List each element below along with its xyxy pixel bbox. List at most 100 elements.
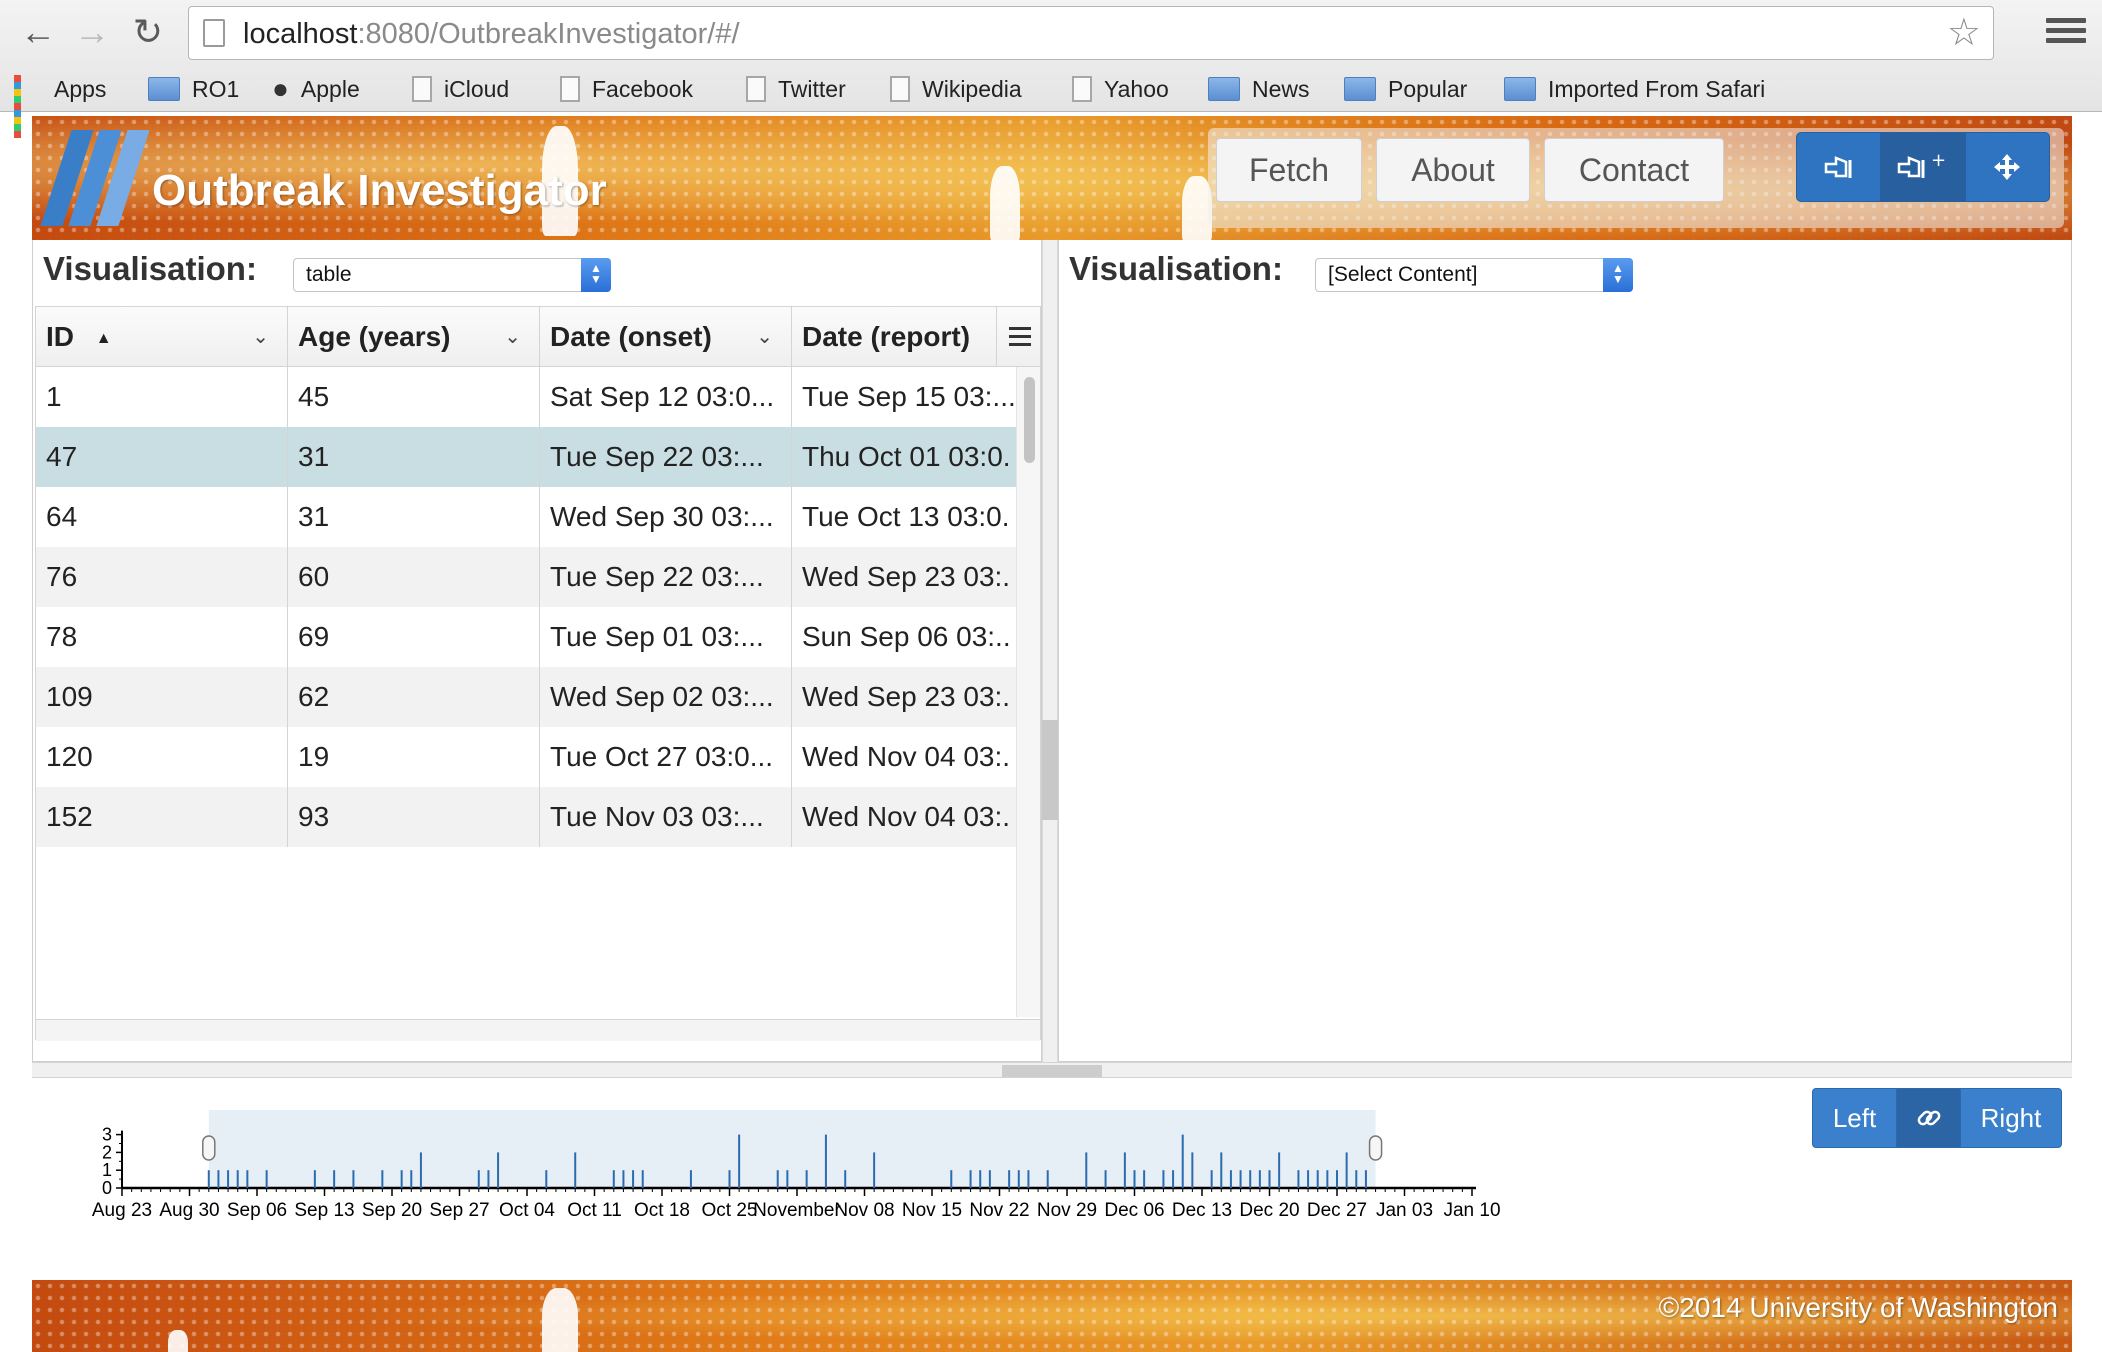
timeline-chart[interactable]: 0123 Aug 23 Aug 30 Sep 06 Sep 13 Sep 20 Sep 27…	[32, 1078, 2072, 1278]
column-header-label: ID	[46, 321, 74, 352]
column-header-label: Age (years)	[298, 321, 451, 352]
select-tool-button[interactable]	[1797, 133, 1882, 201]
back-arrow-icon[interactable]: ←	[16, 10, 60, 54]
browser-menu-icon[interactable]	[2046, 14, 2086, 50]
column-header-id[interactable]: ID ▲ ⌄	[36, 307, 288, 367]
x-tick-label: Nov 08	[834, 1200, 894, 1221]
timeline-brush[interactable]	[208, 1110, 1376, 1188]
select-add-tool-button[interactable]: +	[1881, 133, 1966, 201]
timeline-left-button[interactable]: Left	[1813, 1089, 1897, 1147]
table-row[interactable]: 152 93 Tue Nov 03 03:... Wed Nov 04 03:.	[36, 787, 1016, 847]
bookmark-apple[interactable]: ● Apple	[272, 72, 360, 106]
bookmark-facebook[interactable]: Facebook	[560, 72, 693, 106]
bookmark-apps[interactable]: Apps	[14, 72, 106, 138]
x-tick-label: Dec 20	[1239, 1200, 1299, 1221]
cell-date-onset: Tue Sep 22 03:...	[540, 427, 792, 487]
y-tick-label: 1	[102, 1160, 112, 1180]
table-row[interactable]: 1 45 Sat Sep 12 03:0... Tue Sep 15 03:...	[36, 367, 1016, 427]
folder-icon	[1504, 77, 1536, 101]
link-icon	[1917, 1110, 1940, 1126]
y-tick-label: 0	[102, 1178, 112, 1198]
panel-scrollbar-thumb[interactable]	[1042, 720, 1058, 820]
brush-handle-left[interactable]	[202, 1135, 216, 1161]
page-icon	[412, 76, 432, 102]
left-visualisation-label: Visualisation:	[43, 250, 257, 287]
timeline-right-button[interactable]: Right	[1961, 1089, 2061, 1147]
left-visualisation-value: table	[306, 263, 352, 286]
logo-icon	[40, 130, 150, 226]
bookmark-ro1[interactable]: RO1	[148, 72, 239, 106]
table-row[interactable]: 120 19 Tue Oct 27 03:0... Wed Nov 04 03:.	[36, 727, 1016, 787]
cell-date-report: Wed Nov 04 03:.	[802, 801, 1011, 832]
bookmarks-bar: Apps RO1 ● Apple iCloud Facebook Twitter…	[0, 68, 2102, 138]
bookmark-imported-from-safari[interactable]: Imported From Safari	[1504, 72, 1765, 106]
left-visualisation-select[interactable]: table ▲ ▼	[293, 258, 611, 292]
column-header-date-report[interactable]: Date (report)	[792, 307, 996, 367]
x-tick-label: Oct 25	[702, 1200, 758, 1221]
right-visualisation-select[interactable]: [Select Content] ▲ ▼	[1315, 258, 1633, 292]
nav-fetch[interactable]: Fetch	[1216, 138, 1362, 202]
cell-id: 64	[36, 487, 288, 547]
data-table: ID ▲ ⌄ Age (years) ⌄ Date (onset) ⌄ Date…	[35, 306, 1041, 1041]
column-menu-icon[interactable]	[996, 307, 1040, 367]
table-row[interactable]: 78 69 Tue Sep 01 03:... Sun Sep 06 03:..	[36, 607, 1016, 667]
timeline-panel: 0 1 2 3 Aug 23 Aug 30 Sep 06 Sep 13 Sep 20 Sep 27…	[32, 1078, 2072, 1278]
chevron-down-icon[interactable]: ⌄	[252, 307, 269, 367]
bookmark-label: Imported From Safari	[1548, 75, 1766, 102]
table-row[interactable]: 64 31 Wed Sep 30 03:... Tue Oct 13 03:0.	[36, 487, 1016, 547]
column-header-date-onset[interactable]: Date (onset) ⌄	[540, 307, 792, 367]
chevron-down-icon[interactable]: ⌄	[756, 307, 773, 367]
folder-icon	[1344, 77, 1376, 101]
column-header-age[interactable]: Age (years) ⌄	[288, 307, 540, 367]
y-tick-label: 3	[102, 1125, 112, 1145]
scrollbar-thumb[interactable]	[1024, 377, 1035, 463]
cell-age: 69	[288, 607, 540, 667]
x-tick-label: Sep 06	[227, 1200, 287, 1221]
cell-date-report: Tue Oct 13 03:0.	[802, 501, 1010, 532]
column-header-label: Date (onset)	[550, 321, 712, 352]
x-tick-label: Oct 11	[567, 1200, 622, 1221]
bookmark-icloud[interactable]: iCloud	[412, 72, 509, 106]
right-visualisation-label: Visualisation:	[1069, 250, 1283, 287]
folder-icon	[1208, 77, 1240, 101]
person-silhouette	[542, 1288, 578, 1352]
split-handle[interactable]	[1002, 1065, 1102, 1077]
chevron-down-icon[interactable]: ⌄	[504, 307, 521, 367]
bookmark-star-icon[interactable]: ☆	[1947, 11, 1981, 55]
timeline-link-button[interactable]	[1897, 1089, 1961, 1147]
bookmark-popular[interactable]: Popular	[1344, 72, 1467, 106]
reload-icon[interactable]: ↻	[126, 10, 170, 54]
horizontal-split-bar[interactable]	[32, 1062, 2072, 1078]
cell-age: 31	[288, 487, 540, 547]
nav-about[interactable]: About	[1376, 138, 1530, 202]
bookmark-label: Popular	[1388, 75, 1468, 102]
table-row[interactable]: 76 60 Tue Sep 22 03:... Wed Sep 23 03:.	[36, 547, 1016, 607]
address-url[interactable]: localhost:8080/OutbreakInvestigator/#/	[243, 17, 740, 51]
table-scrollbar[interactable]	[1016, 367, 1040, 1017]
bookmark-twitter[interactable]: Twitter	[746, 72, 846, 106]
bookmark-yahoo[interactable]: Yahoo	[1072, 72, 1169, 106]
cell-date-report: Tue Sep 15 03:...	[802, 381, 1016, 412]
table-row[interactable]: 109 62 Wed Sep 02 03:... Wed Sep 23 03:.	[36, 667, 1016, 727]
address-bar[interactable]: localhost:8080/OutbreakInvestigator/#/ ☆	[188, 6, 1994, 60]
cell-date-onset: Tue Sep 22 03:...	[540, 547, 792, 607]
forward-arrow-icon[interactable]: →	[70, 10, 114, 54]
table-footer	[36, 1019, 1040, 1041]
copyright-text: ©2014 University of Washington	[1658, 1292, 2058, 1323]
table-body: 1 45 Sat Sep 12 03:0... Tue Sep 15 03:... 47…	[36, 367, 1016, 1017]
x-tick-label: Jan 03	[1376, 1200, 1433, 1221]
right-visualisation-value: [Select Content]	[1328, 263, 1478, 286]
page-icon	[1072, 76, 1092, 102]
panel-divider[interactable]	[1042, 240, 1058, 1062]
cell-age: 45	[288, 367, 540, 427]
bookmark-wikipedia[interactable]: Wikipedia	[890, 72, 1022, 106]
select-add-icon: +	[1897, 152, 1946, 178]
brush-handle-right[interactable]	[1368, 1135, 1383, 1161]
bookmark-news[interactable]: News	[1208, 72, 1310, 106]
move-tool-button[interactable]	[1966, 133, 2049, 201]
table-row[interactable]: 47 31 Tue Sep 22 03:... Thu Oct 01 03:0.	[36, 427, 1016, 487]
page-icon	[890, 76, 910, 102]
nav-contact[interactable]: Contact	[1544, 138, 1724, 202]
x-tick-label: Aug 30	[159, 1200, 219, 1221]
select-caret-icon: ▲ ▼	[581, 258, 611, 292]
